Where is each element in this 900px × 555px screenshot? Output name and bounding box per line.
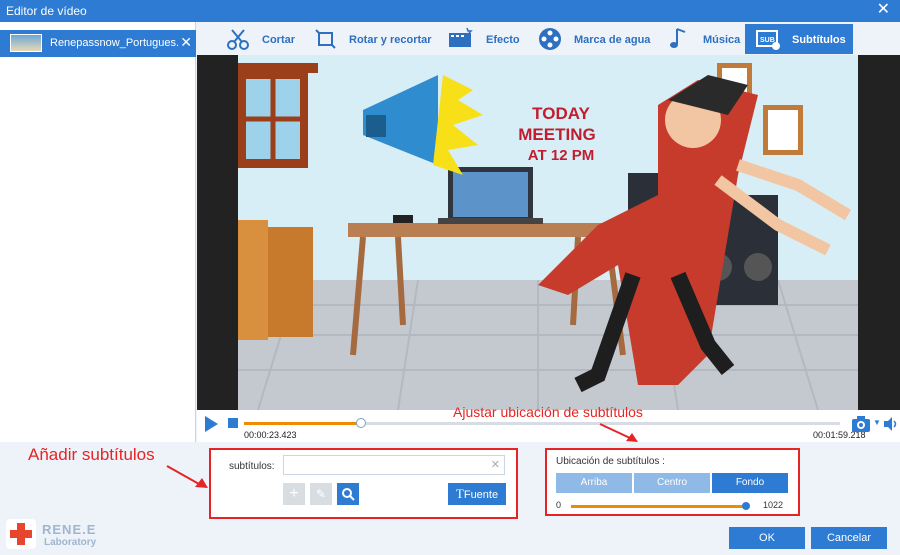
tab-subtitulos[interactable]: SUB Subtítulos	[745, 24, 853, 54]
rene-logo-icon	[6, 519, 36, 549]
crop-rotate-icon	[315, 29, 336, 49]
subtitle-label: subtítulos:	[229, 461, 275, 472]
location-slider-track[interactable]	[571, 502, 751, 510]
tab-label: Subtítulos	[792, 34, 846, 46]
clear-icon[interactable]: ✕	[491, 458, 500, 471]
tab-musica[interactable]: Música	[667, 24, 742, 54]
tab-label: Cortar	[262, 34, 296, 46]
font-button[interactable]: TFuente	[448, 483, 506, 505]
location-option-centro[interactable]: Centro	[634, 473, 710, 493]
music-note-icon	[670, 28, 686, 48]
brand-sub: Laboratory	[44, 537, 97, 548]
brand-name: RENE.E	[42, 522, 97, 537]
tab-rotar-recortar[interactable]: Rotar y recortar	[313, 24, 433, 54]
ok-button[interactable]: OK	[729, 527, 805, 549]
font-button-label: Fuente	[463, 489, 499, 501]
edit-toolbar: Cortar Rotar y recortar Efecto Marca de …	[197, 22, 900, 55]
stop-icon[interactable]	[228, 418, 238, 428]
edit-subtitle-button[interactable]: ✎	[310, 483, 332, 505]
video-frame: TODAY MEETING AT 12 PM	[238, 55, 858, 410]
file-list-panel: Renepassnow_Portugues... ✕	[0, 22, 196, 442]
font-t-icon: T	[455, 486, 464, 501]
search-icon	[342, 488, 355, 501]
subtitle-location-box: Ubicación de subtítulos : Arriba Centro …	[545, 448, 800, 516]
progress-handle[interactable]	[356, 418, 367, 428]
tab-label: Marca de agua	[574, 34, 651, 46]
annotation-arrow-icon	[599, 423, 638, 442]
cancel-button[interactable]: Cancelar	[811, 527, 887, 549]
volume-icon[interactable]	[883, 416, 899, 432]
location-slider-handle[interactable]	[742, 502, 751, 510]
tab-cortar[interactable]: Cortar	[225, 24, 305, 54]
current-time: 00:00:23.423	[244, 430, 297, 440]
annotation-position: Ajustar ubicación de subtítulos	[453, 404, 643, 420]
effect-film-icon	[449, 27, 473, 47]
progress-fill	[244, 422, 362, 425]
tab-marca-agua[interactable]: Marca de agua	[537, 24, 652, 54]
remove-file-icon[interactable]: ✕	[180, 34, 192, 51]
slider-max: 1022	[763, 500, 784, 510]
location-option-fondo[interactable]: Fondo	[712, 473, 788, 493]
location-option-arriba[interactable]: Arriba	[556, 473, 632, 493]
add-subtitle-button[interactable]: +	[283, 483, 305, 505]
tab-label: Efecto	[486, 34, 520, 46]
progress-track[interactable]	[244, 418, 840, 428]
subtitle-icon: SUB	[756, 30, 780, 50]
close-window-icon[interactable]: ✕	[877, 1, 890, 19]
scissors-icon	[227, 29, 249, 50]
subtitle-input[interactable]: ✕	[283, 455, 505, 475]
svg-text:SUB: SUB	[760, 37, 775, 44]
location-label: Ubicación de subtítulos :	[556, 456, 665, 467]
video-preview: TODAY MEETING AT 12 PM	[197, 55, 900, 410]
location-segmented-control: Arriba Centro Fondo	[556, 473, 788, 493]
title-bar: Editor de vídeo ✕	[0, 0, 900, 22]
file-name: Renepassnow_Portugues...	[50, 37, 178, 49]
bottom-panel: Ajustar ubicación de subtítulos Añadir s…	[0, 404, 900, 555]
watermark-reel-icon	[539, 28, 561, 50]
file-list-item[interactable]: Renepassnow_Portugues... ✕	[0, 30, 196, 57]
tab-label: Música	[703, 34, 741, 46]
subtitle-input-box: subtítulos: ✕ + ✎ TFuente	[209, 448, 518, 519]
play-icon[interactable]	[203, 415, 219, 433]
tab-label: Rotar y recortar	[349, 34, 432, 46]
annotation-add: Añadir subtítulos	[28, 445, 155, 464]
window-title: Editor de vídeo	[6, 4, 87, 18]
slider-min: 0	[556, 500, 562, 510]
scene-text: TODAY MEETING AT 12 PM	[518, 104, 596, 164]
camera-icon[interactable]	[851, 415, 871, 433]
chevron-down-icon[interactable]: ▼	[873, 418, 881, 427]
pencil-icon: ✎	[315, 487, 327, 501]
plus-icon: +	[289, 485, 299, 502]
video-thumbnail	[10, 34, 42, 52]
annotation-arrow-icon	[166, 465, 208, 488]
search-subtitle-button[interactable]	[337, 483, 359, 505]
tab-efecto[interactable]: Efecto	[447, 24, 527, 54]
